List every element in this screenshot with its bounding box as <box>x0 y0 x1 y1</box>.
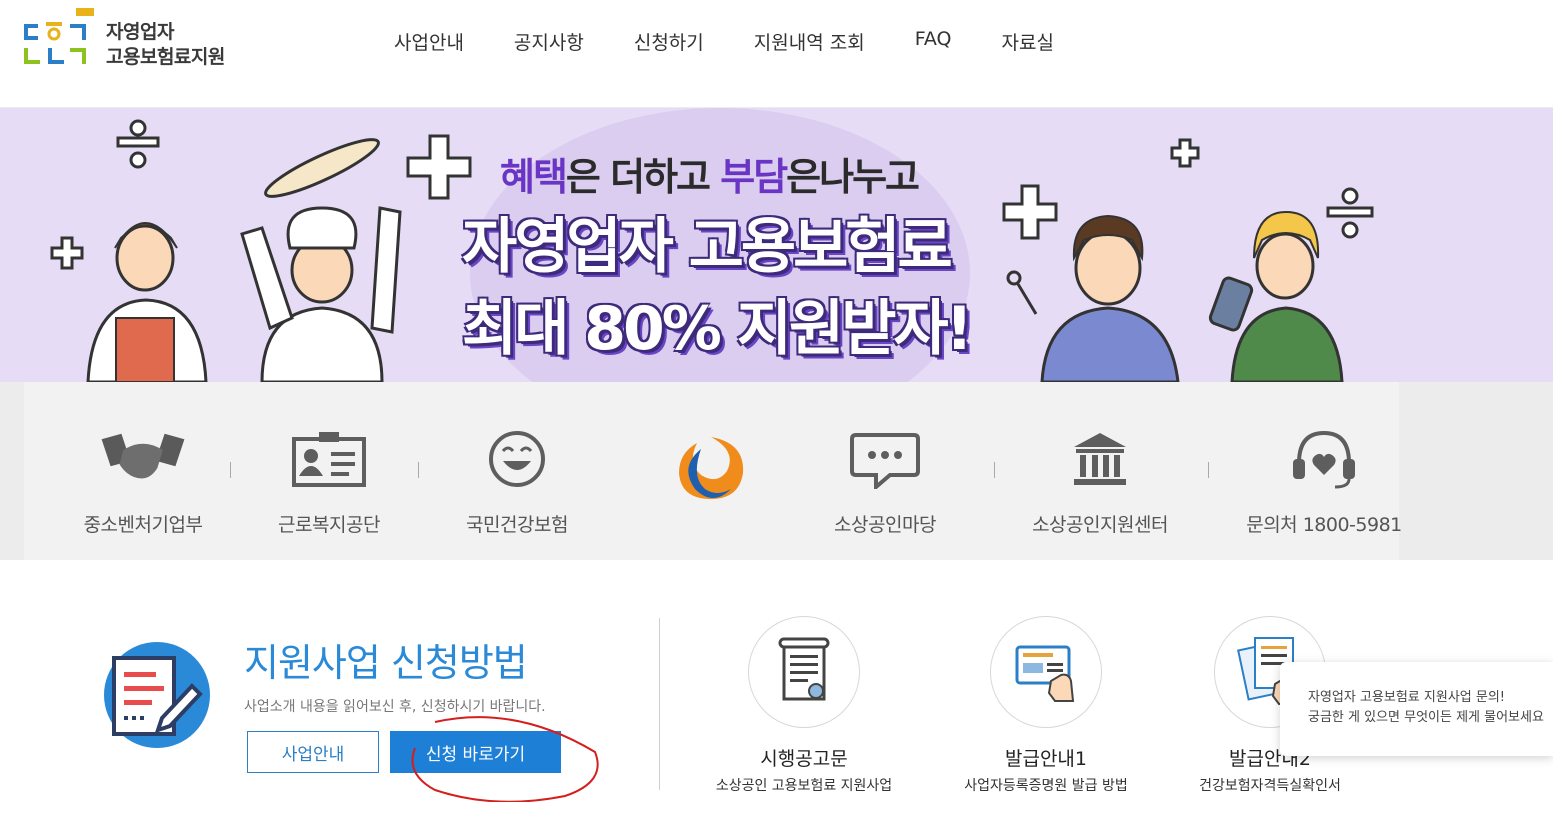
link-sbiz-madang[interactable]: 소상공인마당 <box>810 382 960 560</box>
doc-subtitle: 소상공인 고용보험료 지원사업 <box>715 778 893 794</box>
link-kcomwel-logo[interactable] <box>636 382 786 560</box>
handshake-icon <box>98 426 188 492</box>
kcomwel-logo-icon <box>666 434 756 500</box>
link-label: 소상공인마당 <box>834 514 936 536</box>
business-info-button[interactable]: 사업안내 <box>247 731 379 773</box>
doc-subtitle: 건강보험자격득실확인서 <box>1199 778 1341 794</box>
site-logo[interactable]: 자영업자 고용보험료지원 <box>24 8 254 74</box>
logo-text: 자영업자 고용보험료지원 <box>106 20 225 70</box>
nav-item-business-info[interactable]: 사업안내 <box>394 28 464 55</box>
headset-icon <box>1279 426 1369 492</box>
dough-icon <box>264 138 380 198</box>
link-label: 소상공인지원센터 <box>1032 514 1168 536</box>
logo-line-1: 자영업자 <box>106 21 174 43</box>
doc-title: 발급안내1 <box>1004 748 1087 770</box>
id-card-icon <box>284 426 374 492</box>
apply-document-icon <box>104 642 210 748</box>
smile-icon <box>472 426 562 492</box>
nav-item-faq[interactable]: FAQ <box>915 28 952 55</box>
barber-man-figure <box>1006 214 1180 382</box>
link-separator <box>994 462 995 478</box>
section-divider <box>659 618 660 790</box>
link-nhis[interactable]: 국민건강보험 <box>442 382 592 560</box>
barista-woman-figure <box>1208 210 1344 382</box>
red-annotation-circle <box>411 716 599 802</box>
bank-icon <box>1055 426 1145 492</box>
logo-mark-icon <box>24 8 94 64</box>
link-mss[interactable]: 중소벤처기업부 <box>68 382 218 560</box>
banner-subtitle-part4: 은나누고 <box>786 155 920 199</box>
woman-shop-owner-figure <box>86 222 208 382</box>
scroll-document-icon <box>748 616 860 728</box>
link-sbiz-center[interactable]: 소상공인지원센터 <box>1020 382 1180 560</box>
doc-announcement[interactable]: 시행공고문 소상공인 고용보험료 지원사업 <box>684 616 924 795</box>
apply-title: 지원사업 신청방법 <box>244 641 528 685</box>
nav-item-history[interactable]: 지원내역 조회 <box>754 28 865 55</box>
nav-item-notice[interactable]: 공지사항 <box>514 28 584 55</box>
hero-banner: 혜택은 더하고 부담은나누고 자영업자 고용보험료 최대 80% 지원받자! <box>0 108 1553 382</box>
nav-item-apply[interactable]: 신청하기 <box>634 28 704 55</box>
link-separator <box>230 462 231 478</box>
certificate-hand-icon <box>990 616 1102 728</box>
banner-subtitle-part3: 부담 <box>720 155 788 199</box>
banner-subtitle-part1: 혜택 <box>500 155 568 199</box>
link-label: 국민건강보험 <box>466 514 568 536</box>
chef-figure <box>240 206 402 382</box>
banner-subtitle: 혜택은 더하고 부담은나누고 <box>500 146 920 201</box>
chat-bubble-icon <box>840 426 930 492</box>
banner-title-line-2: 최대 80% 지원받자! <box>462 294 973 364</box>
logo-line-2: 고용보험료지원 <box>106 46 225 68</box>
chatbot-line-2: 궁금한 게 있으면 무엇이든 제게 물어보세요 <box>1308 710 1544 725</box>
link-kcomwel[interactable]: 근로복지공단 <box>254 382 404 560</box>
link-label: 문의처 1800-5981 <box>1246 514 1402 536</box>
main-nav: 사업안내 공지사항 신청하기 지원내역 조회 FAQ 자료실 <box>394 28 1104 55</box>
nav-item-archive[interactable]: 자료실 <box>1002 28 1054 55</box>
doc-subtitle: 사업자등록증명원 발급 방법 <box>964 778 1128 794</box>
link-contact[interactable]: 문의처 1800-5981 <box>1244 382 1404 560</box>
link-separator <box>1208 462 1209 478</box>
link-separator <box>418 462 419 478</box>
link-label: 근로복지공단 <box>278 514 380 536</box>
chatbot-popup[interactable]: 자영업자 고용보험료 지원사업 문의! 궁금한 게 있으면 무엇이든 제게 물어… <box>1280 662 1553 756</box>
link-label: 중소벤처기업부 <box>83 514 203 536</box>
banner-subtitle-part2: 은 더하고 <box>565 155 721 199</box>
chatbot-line-1: 자영업자 고용보험료 지원사업 문의! <box>1308 690 1506 705</box>
banner-title-line-1: 자영업자 고용보험료 <box>462 212 953 282</box>
doc-title: 시행공고문 <box>760 748 848 770</box>
doc-guide-1[interactable]: 발급안내1 사업자등록증명원 발급 방법 <box>926 616 1166 795</box>
site-header: 자영업자 고용보험료지원 사업안내 공지사항 신청하기 지원내역 조회 FAQ … <box>0 0 1553 108</box>
